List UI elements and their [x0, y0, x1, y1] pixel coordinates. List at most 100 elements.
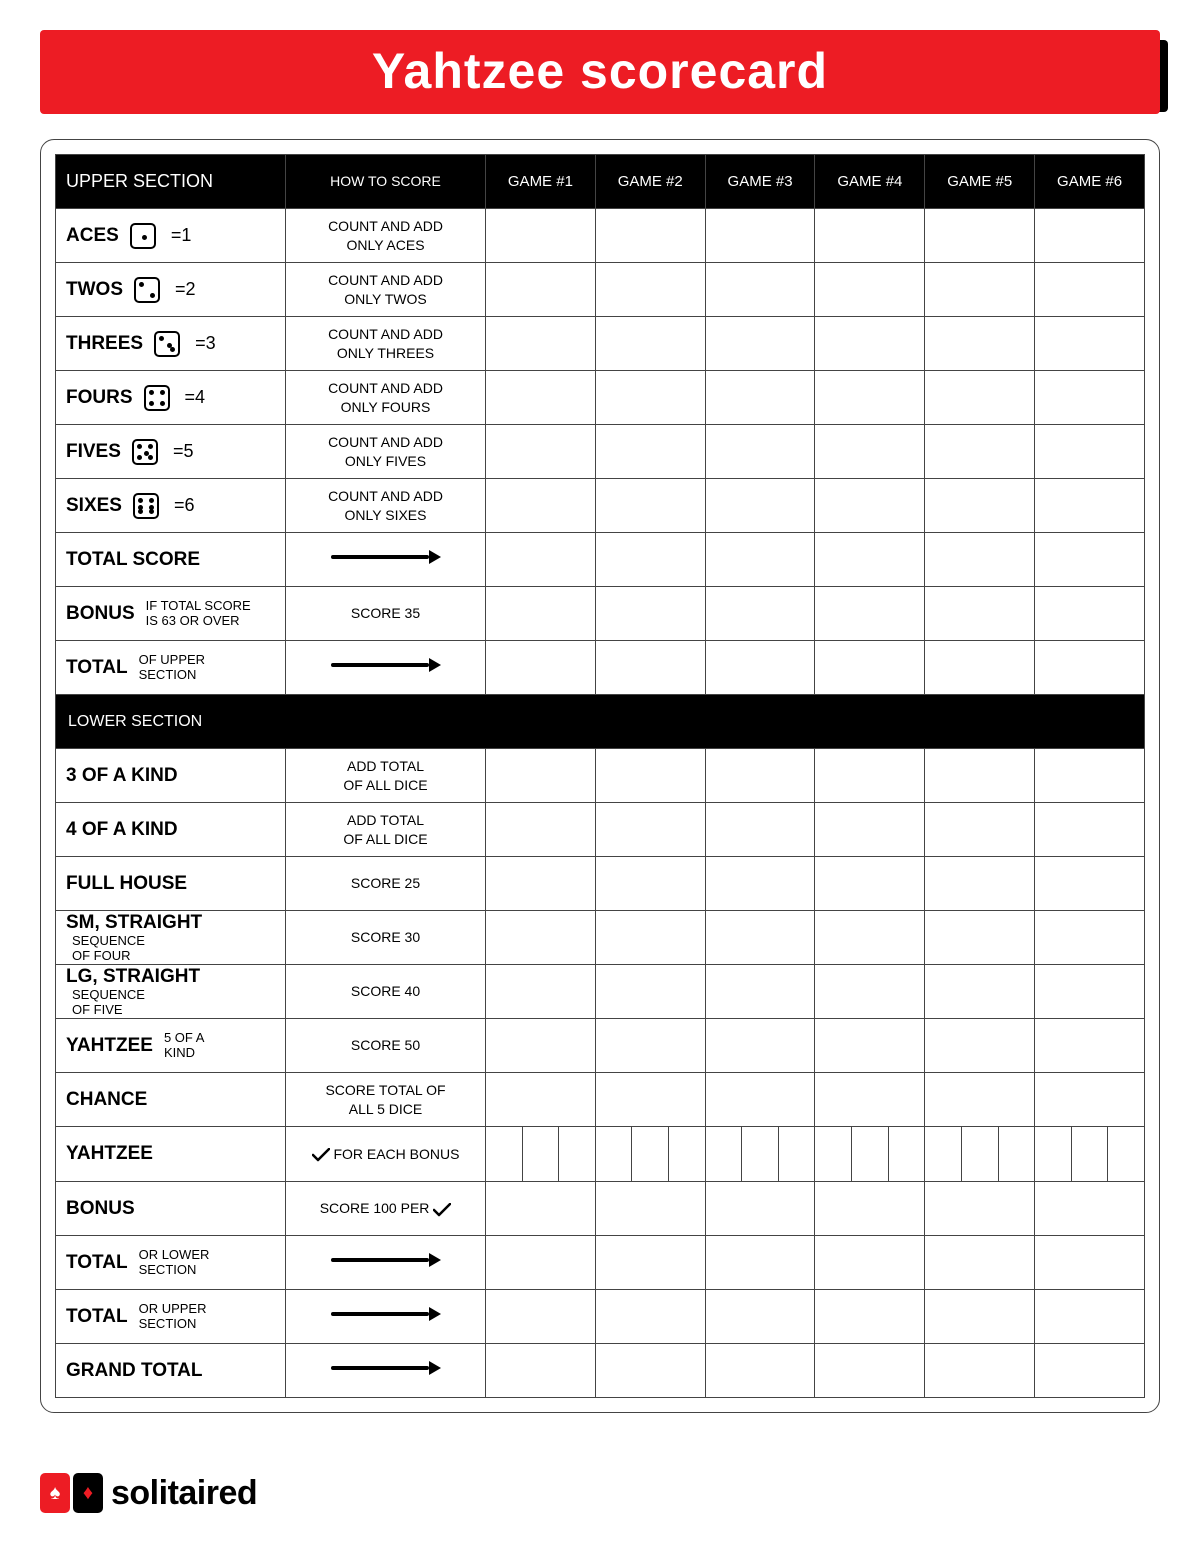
score-cell[interactable] — [705, 263, 815, 317]
score-cell[interactable] — [486, 371, 596, 425]
score-cell[interactable] — [925, 803, 1035, 857]
score-cell[interactable] — [815, 587, 925, 641]
score-cell[interactable] — [486, 641, 596, 695]
score-cell[interactable] — [705, 1019, 815, 1073]
score-cell[interactable] — [925, 641, 1035, 695]
score-cell[interactable] — [815, 317, 925, 371]
score-cell[interactable] — [595, 1127, 705, 1182]
score-cell[interactable] — [1035, 533, 1145, 587]
score-cell[interactable] — [705, 1344, 815, 1398]
score-cell[interactable] — [595, 911, 705, 965]
score-cell[interactable] — [815, 857, 925, 911]
score-cell[interactable] — [486, 803, 596, 857]
score-cell[interactable] — [705, 317, 815, 371]
score-cell[interactable] — [705, 479, 815, 533]
score-cell[interactable] — [595, 1019, 705, 1073]
score-cell[interactable] — [486, 587, 596, 641]
score-cell[interactable] — [705, 371, 815, 425]
score-cell[interactable] — [486, 857, 596, 911]
score-cell[interactable] — [925, 857, 1035, 911]
score-cell[interactable] — [925, 371, 1035, 425]
score-cell[interactable] — [815, 965, 925, 1019]
score-cell[interactable] — [486, 965, 596, 1019]
score-cell[interactable] — [595, 1344, 705, 1398]
score-cell[interactable] — [815, 1236, 925, 1290]
score-cell[interactable] — [705, 965, 815, 1019]
score-cell[interactable] — [1035, 965, 1145, 1019]
score-cell[interactable] — [815, 749, 925, 803]
score-cell[interactable] — [595, 641, 705, 695]
score-cell[interactable] — [486, 1073, 596, 1127]
score-cell[interactable] — [705, 209, 815, 263]
score-cell[interactable] — [486, 1290, 596, 1344]
score-cell[interactable] — [925, 263, 1035, 317]
score-cell[interactable] — [486, 1344, 596, 1398]
score-cell[interactable] — [486, 749, 596, 803]
score-cell[interactable] — [486, 317, 596, 371]
score-cell[interactable] — [1035, 857, 1145, 911]
score-cell[interactable] — [925, 479, 1035, 533]
score-cell[interactable] — [486, 533, 596, 587]
score-cell[interactable] — [705, 1182, 815, 1236]
score-cell[interactable] — [595, 533, 705, 587]
score-cell[interactable] — [705, 911, 815, 965]
score-cell[interactable] — [815, 533, 925, 587]
score-cell[interactable] — [705, 1236, 815, 1290]
score-cell[interactable] — [486, 479, 596, 533]
score-cell[interactable] — [925, 1290, 1035, 1344]
score-cell[interactable] — [925, 1236, 1035, 1290]
score-cell[interactable] — [1035, 1182, 1145, 1236]
score-cell[interactable] — [815, 911, 925, 965]
score-cell[interactable] — [595, 1290, 705, 1344]
score-cell[interactable] — [705, 1127, 815, 1182]
score-cell[interactable] — [925, 209, 1035, 263]
score-cell[interactable] — [705, 641, 815, 695]
score-cell[interactable] — [705, 1290, 815, 1344]
score-cell[interactable] — [1035, 749, 1145, 803]
score-cell[interactable] — [925, 1127, 1035, 1182]
score-cell[interactable] — [815, 263, 925, 317]
score-cell[interactable] — [925, 1182, 1035, 1236]
score-cell[interactable] — [595, 965, 705, 1019]
score-cell[interactable] — [815, 479, 925, 533]
score-cell[interactable] — [486, 1127, 596, 1182]
score-cell[interactable] — [705, 587, 815, 641]
score-cell[interactable] — [486, 911, 596, 965]
score-cell[interactable] — [486, 1182, 596, 1236]
score-cell[interactable] — [486, 209, 596, 263]
score-cell[interactable] — [1035, 1290, 1145, 1344]
score-cell[interactable] — [925, 587, 1035, 641]
score-cell[interactable] — [1035, 803, 1145, 857]
score-cell[interactable] — [1035, 1344, 1145, 1398]
score-cell[interactable] — [1035, 1127, 1145, 1182]
score-cell[interactable] — [705, 533, 815, 587]
score-cell[interactable] — [925, 425, 1035, 479]
score-cell[interactable] — [1035, 263, 1145, 317]
score-cell[interactable] — [595, 371, 705, 425]
score-cell[interactable] — [595, 479, 705, 533]
score-cell[interactable] — [486, 425, 596, 479]
score-cell[interactable] — [705, 749, 815, 803]
score-cell[interactable] — [1035, 1073, 1145, 1127]
score-cell[interactable] — [815, 1127, 925, 1182]
score-cell[interactable] — [815, 425, 925, 479]
score-cell[interactable] — [595, 587, 705, 641]
score-cell[interactable] — [925, 911, 1035, 965]
score-cell[interactable] — [815, 1073, 925, 1127]
score-cell[interactable] — [595, 209, 705, 263]
score-cell[interactable] — [1035, 587, 1145, 641]
score-cell[interactable] — [815, 371, 925, 425]
score-cell[interactable] — [486, 1019, 596, 1073]
score-cell[interactable] — [925, 317, 1035, 371]
score-cell[interactable] — [705, 425, 815, 479]
score-cell[interactable] — [815, 209, 925, 263]
score-cell[interactable] — [925, 1019, 1035, 1073]
score-cell[interactable] — [595, 263, 705, 317]
score-cell[interactable] — [595, 1236, 705, 1290]
score-cell[interactable] — [486, 1236, 596, 1290]
score-cell[interactable] — [595, 317, 705, 371]
score-cell[interactable] — [1035, 911, 1145, 965]
score-cell[interactable] — [1035, 641, 1145, 695]
score-cell[interactable] — [1035, 425, 1145, 479]
score-cell[interactable] — [925, 965, 1035, 1019]
